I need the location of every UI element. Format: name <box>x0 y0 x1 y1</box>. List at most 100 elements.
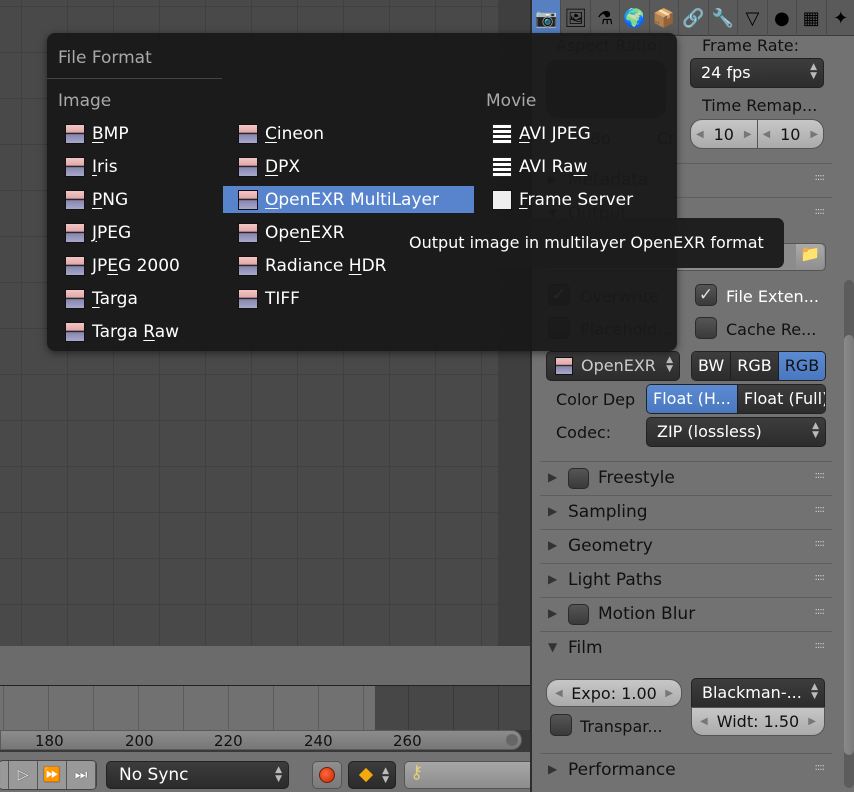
object-icon[interactable]: 📦 <box>650 0 680 36</box>
increment-arrow-icon[interactable]: ▶ <box>808 716 816 727</box>
render-layers-icon[interactable]: 🖼 <box>561 0 591 36</box>
increment-arrow-icon[interactable]: ▶ <box>744 129 752 140</box>
decrement-arrow-icon[interactable]: ◀ <box>762 129 770 140</box>
mnemonic-underline: n <box>299 222 311 243</box>
panel-light-paths[interactable]: ▶ Light Paths :::: <box>540 563 832 596</box>
image-file-icon <box>238 123 258 144</box>
texture-icon[interactable]: ▦ <box>797 0 827 36</box>
color-mode-bw[interactable]: BW <box>692 352 732 380</box>
drag-grip-icon[interactable]: :::: <box>815 640 826 651</box>
filter-width-value: Widt: 1.50 <box>716 712 800 731</box>
decrement-arrow-icon[interactable]: ◀ <box>696 129 704 140</box>
menu-item[interactable]: OpenEXR MultiLayer <box>223 186 474 213</box>
timeline-area[interactable] <box>0 686 530 730</box>
menu-item[interactable]: AVI JPEG <box>477 120 672 147</box>
mnemonic-underline: P <box>92 189 103 210</box>
drag-grip-icon[interactable]: :::: <box>815 206 826 217</box>
jump-end-icon[interactable]: ⏭ <box>67 761 96 789</box>
panel-motion-blur[interactable]: ▶ Motion Blur :::: <box>540 597 832 630</box>
render-icon[interactable]: 📷 <box>532 0 562 36</box>
panel-freestyle[interactable]: ▶ Freestyle :::: <box>540 461 832 494</box>
codec-value: ZIP (lossless) <box>657 422 762 441</box>
color-depth-full[interactable]: Float (Full) <box>737 385 825 413</box>
drag-grip-icon[interactable]: :::: <box>815 504 826 515</box>
color-depth-half[interactable]: Float (H... <box>647 385 738 413</box>
panel-title: Motion Blur <box>598 604 696 624</box>
color-mode-rgba[interactable]: RGB <box>778 352 826 380</box>
panel-sampling[interactable]: ▶ Sampling :::: <box>540 495 832 528</box>
motion-blur-checkbox[interactable] <box>568 604 589 625</box>
mnemonic-underline: R <box>143 321 155 342</box>
folder-browse-icon[interactable]: 📁 <box>796 244 824 270</box>
panel-film[interactable]: ▼ Film :::: <box>540 631 832 664</box>
menu-item[interactable]: Frame Server <box>477 186 672 213</box>
updown-arrows-icon: ▲ ▼ <box>810 62 817 81</box>
menu-item[interactable]: TIFF <box>223 285 474 312</box>
increment-arrow-icon[interactable]: ▶ <box>665 688 673 699</box>
menu-item[interactable]: JPEG 2000 <box>50 252 220 279</box>
color-depth-selector: Float (H... Float (Full) <box>646 384 826 414</box>
tick-label: 260 <box>393 732 422 750</box>
freestyle-checkbox[interactable] <box>568 468 589 489</box>
movie-file-icon <box>492 156 512 177</box>
play-reverse-button[interactable]: ▏ <box>0 761 9 789</box>
sync-mode-dropdown[interactable]: No Sync ▲ ▼ <box>106 761 289 789</box>
drag-grip-icon[interactable]: :::: <box>815 172 826 183</box>
increment-arrow-icon[interactable]: ▶ <box>810 129 818 140</box>
keying-set-field[interactable]: ⚷ <box>404 761 534 789</box>
file-format-menu: File Format Image Movie BMP Iris PNG JPEG JP… <box>47 33 677 351</box>
panel-performance[interactable]: ▶ Performance :::: <box>540 753 832 786</box>
properties-scrollbar-thumb[interactable] <box>844 335 854 755</box>
collapse-triangle-icon: ▼ <box>548 640 558 654</box>
menu-item[interactable]: Targa Raw <box>50 318 220 345</box>
color-mode-rgb[interactable]: RGB <box>731 352 779 380</box>
jump-next-keyframe-icon[interactable]: ⏩ <box>38 761 67 789</box>
scene-icon[interactable]: ⚗ <box>591 0 621 36</box>
menu-item[interactable]: PNG <box>50 186 220 213</box>
keyframe-diamond-icon <box>358 767 374 783</box>
constraints-icon[interactable]: 🔗 <box>679 0 709 36</box>
menu-item[interactable]: AVI Raw <box>477 153 672 180</box>
panel-geometry[interactable]: ▶ Geometry :::: <box>540 529 832 562</box>
file-format-dropdown[interactable]: OpenEXR ▲ ▼ <box>546 351 680 381</box>
decrement-arrow-icon[interactable]: ◀ <box>555 688 563 699</box>
menu-item-label: JPEG 2000 <box>92 255 180 276</box>
filter-width-field[interactable]: ◀ Widt: 1.50 ▶ <box>691 707 825 736</box>
file-extensions-checkbox[interactable]: ✓ <box>695 284 717 306</box>
frame-rate-dropdown[interactable]: 24 fps ▲ ▼ <box>690 58 824 88</box>
exposure-field[interactable]: ◀ Expo: 1.00 ▶ <box>546 679 682 707</box>
filter-type-dropdown[interactable]: Blackman-... ▲ ▼ <box>691 678 825 708</box>
time-remap-old-field[interactable]: ◀ 10 ▶ <box>691 120 758 148</box>
drag-grip-icon[interactable]: :::: <box>815 762 826 773</box>
menu-item[interactable]: JPEG <box>50 219 220 246</box>
auto-keying-record-button[interactable] <box>312 761 342 789</box>
data-icon[interactable]: ▽ <box>738 0 768 36</box>
menu-item[interactable]: DPX <box>223 153 474 180</box>
decrement-arrow-icon[interactable]: ◀ <box>700 716 708 727</box>
transparent-checkbox[interactable] <box>550 714 572 736</box>
expand-triangle-icon: ▶ <box>548 572 558 586</box>
modifiers-icon[interactable]: 🔧 <box>709 0 739 36</box>
menu-item[interactable]: Iris <box>50 153 220 180</box>
codec-dropdown[interactable]: ZIP (lossless) ▲ ▼ <box>646 417 826 447</box>
keying-mode-dropdown[interactable]: ▲ ▼ <box>348 761 396 789</box>
world-icon[interactable]: 🌍 <box>620 0 650 36</box>
menu-item[interactable]: BMP <box>50 120 220 147</box>
menu-item[interactable]: Cineon <box>223 120 474 147</box>
drag-grip-icon[interactable]: :::: <box>815 606 826 617</box>
panel-title: Geometry <box>568 536 653 556</box>
expand-triangle-icon: ▶ <box>548 504 558 518</box>
image-file-icon <box>65 222 85 243</box>
material-icon[interactable]: ● <box>768 0 798 36</box>
drag-grip-icon[interactable]: :::: <box>815 538 826 549</box>
menu-item[interactable]: Targa <box>50 285 220 312</box>
cache-result-checkbox[interactable] <box>695 317 717 339</box>
drag-grip-icon[interactable]: :::: <box>815 572 826 583</box>
ruler-scroll-handle[interactable] <box>506 734 518 746</box>
drag-grip-icon[interactable]: :::: <box>815 470 826 481</box>
timeline-ruler[interactable]: 180 200 220 240 260 <box>0 730 522 750</box>
particles-icon[interactable]: ✦ <box>827 0 854 36</box>
play-icon[interactable]: ▷ <box>9 761 38 789</box>
image-file-icon <box>65 321 85 342</box>
time-remap-new-field[interactable]: ◀ 10 ▶ <box>758 120 824 148</box>
